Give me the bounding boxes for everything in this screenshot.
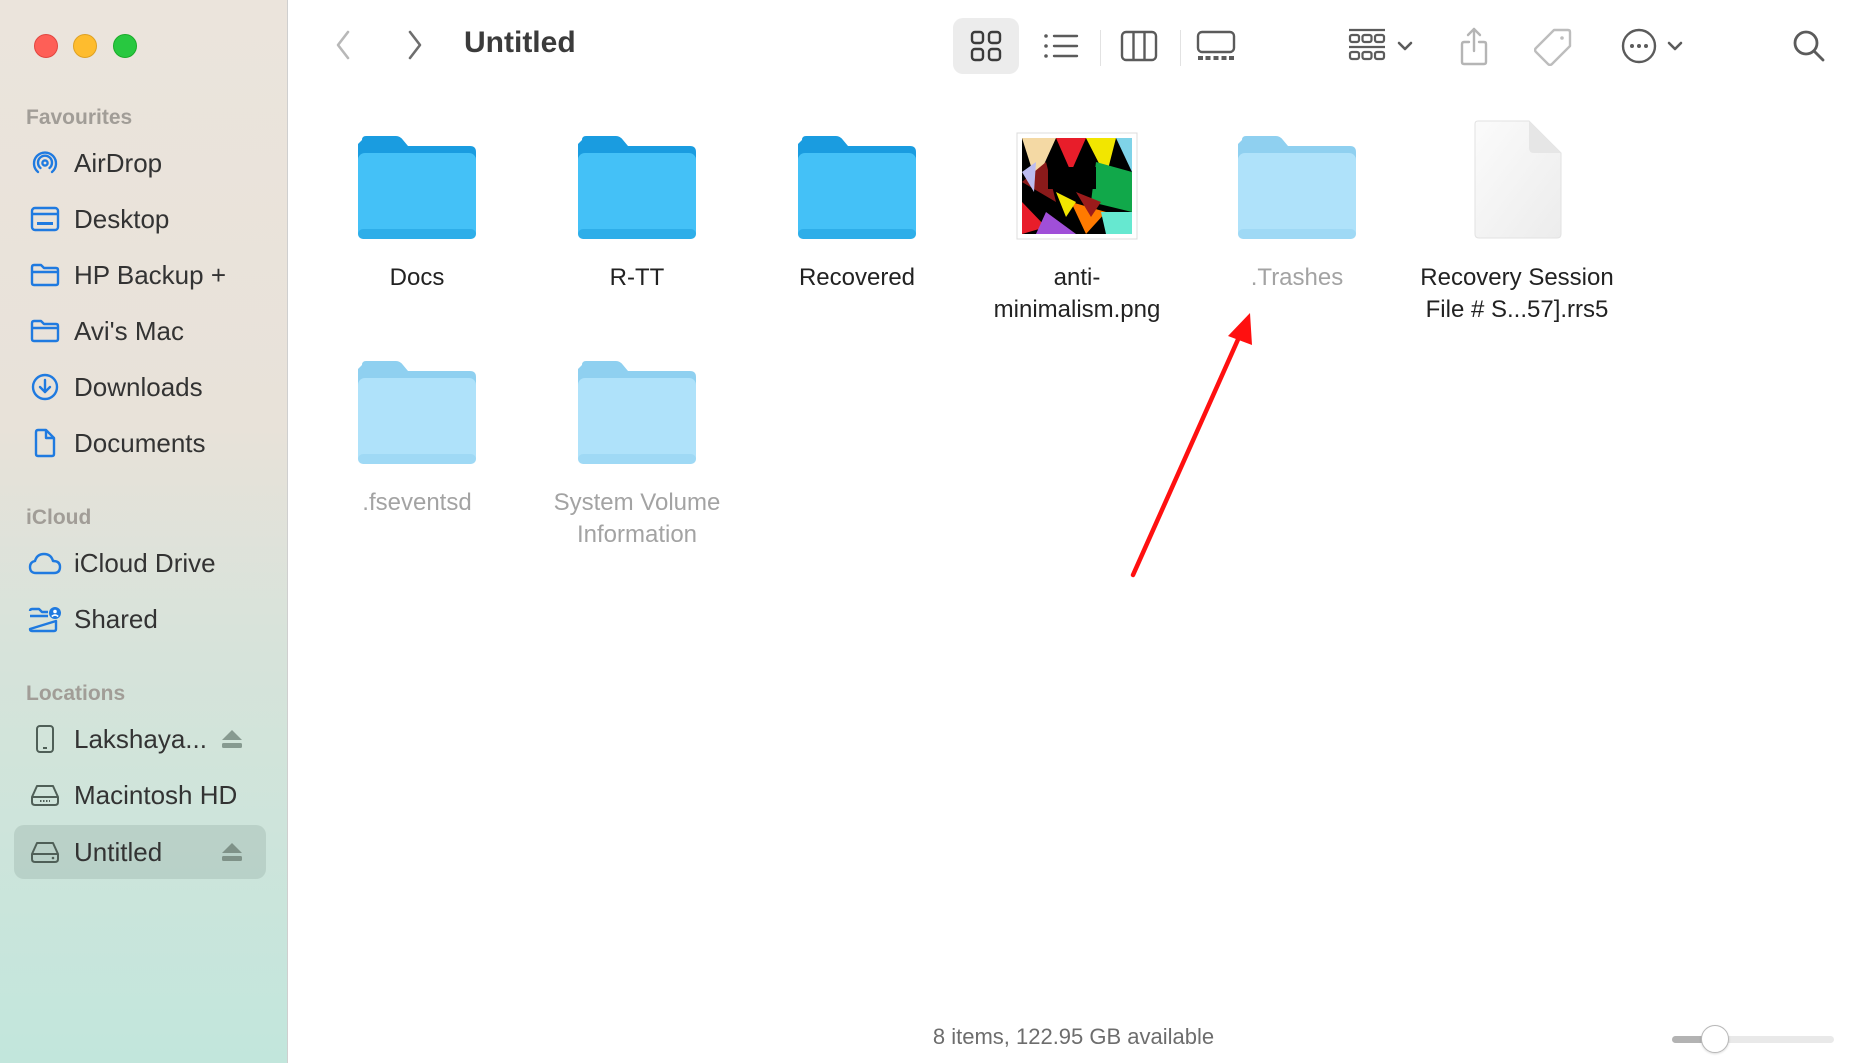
file-name: System Volume Information: [553, 489, 721, 548]
file-name: anti- minimalism.png: [993, 264, 1161, 323]
file-name: Docs: [389, 264, 445, 291]
sidebar-section-favourites: Favourites: [26, 106, 133, 129]
close-window-button[interactable]: [34, 34, 58, 58]
toolbar-divider: [1180, 30, 1181, 66]
file-item-fseventsd[interactable]: .fseventsd: [307, 335, 527, 519]
file-name: .Trashes: [1250, 264, 1344, 291]
folder-icon: [358, 136, 476, 239]
sidebar-item-label: Avi's Mac: [74, 315, 184, 346]
icon-grid-icon: [970, 30, 1002, 62]
columns-icon: [1120, 30, 1158, 62]
image-thumbnail: [1016, 132, 1138, 240]
minimize-window-button[interactable]: [73, 34, 97, 58]
internal-drive-icon: [28, 778, 62, 812]
icon-view-button[interactable]: [953, 18, 1019, 74]
file-item-recovered[interactable]: Recovered: [747, 110, 967, 294]
file-item-anti-minimalism-png[interactable]: anti- minimalism.png: [967, 110, 1187, 326]
gallery-icon: [1196, 30, 1236, 60]
sidebar-item-hp-backup[interactable]: HP Backup +: [14, 248, 266, 302]
list-icon: [1044, 34, 1079, 58]
sidebar-item-airdrop[interactable]: AirDrop: [14, 136, 266, 190]
downloads-icon: [28, 370, 62, 404]
desktop-icon: [28, 202, 62, 236]
sidebar-item-label: HP Backup +: [74, 259, 227, 290]
file-item-docs[interactable]: Docs: [307, 110, 527, 294]
group-by-button[interactable]: [1340, 18, 1420, 74]
folder-icon: [578, 136, 696, 239]
sidebar-item-label: Downloads: [74, 371, 203, 402]
sidebar-item-label: Untitled: [74, 836, 163, 867]
sidebar-item-documents[interactable]: Documents: [14, 416, 266, 470]
sidebar-item-label: AirDrop: [74, 147, 163, 178]
folder-icon: [798, 136, 916, 239]
shared-folder-icon: [28, 602, 62, 636]
forward-chevron-icon: [408, 30, 422, 60]
search-button[interactable]: [1786, 22, 1832, 70]
back-chevron-icon: [336, 30, 350, 60]
sidebar-item-label: iCloud Drive: [74, 547, 216, 578]
cloud-icon: [28, 546, 62, 580]
sidebar-item-desktop[interactable]: Desktop: [14, 192, 266, 246]
sidebar-item-lakshaya[interactable]: Lakshaya...: [14, 712, 266, 766]
file-name: .fseventsd: [362, 489, 472, 516]
more-actions-button[interactable]: [1612, 18, 1692, 74]
airdrop-icon: [28, 146, 62, 180]
chevron-down-icon: [1397, 41, 1413, 51]
share-icon: [1460, 27, 1488, 66]
forward-button[interactable]: [398, 26, 432, 64]
tag-icon: [1534, 28, 1572, 66]
file-name: Recovery Session File # S...57].rrs5: [1420, 264, 1614, 323]
folder-icon: [358, 361, 476, 464]
tags-button[interactable]: [1530, 18, 1578, 74]
window-title: Untitled: [464, 26, 576, 59]
sidebar-item-icloud-drive[interactable]: iCloud Drive: [14, 536, 266, 590]
list-view-button[interactable]: [1036, 18, 1086, 74]
gallery-view-button[interactable]: [1190, 18, 1242, 74]
sidebar-item-label: Desktop: [74, 203, 170, 234]
sidebar-item-label: Macintosh HD: [74, 779, 238, 810]
sidebar-item-macintosh-hd[interactable]: Macintosh HD: [14, 768, 266, 822]
folder-icon: [28, 258, 62, 292]
folder-icon: [578, 361, 696, 464]
folder-icon: [1238, 136, 1356, 239]
sidebar-item-label: Documents: [74, 427, 206, 458]
share-button[interactable]: [1452, 18, 1496, 74]
sidebar-item-label: Shared: [74, 603, 158, 634]
file-name: Recovered: [798, 264, 916, 291]
group-by-icon: [1348, 28, 1386, 61]
document-file-icon: [1474, 120, 1562, 239]
folder-icon: [28, 314, 62, 348]
document-icon: [28, 426, 62, 460]
sidebar-item-downloads[interactable]: Downloads: [14, 360, 266, 414]
column-view-button[interactable]: [1114, 18, 1164, 74]
sidebar-section-locations: Locations: [26, 682, 126, 705]
sidebar-item-shared[interactable]: Shared: [14, 592, 266, 646]
eject-icon[interactable]: [220, 728, 244, 750]
file-item-system-volume-information[interactable]: System Volume Information: [527, 335, 747, 551]
toolbar-divider: [1100, 30, 1101, 66]
status-bar-text: 8 items, 122.95 GB available: [932, 1024, 1215, 1049]
eject-icon[interactable]: [220, 841, 244, 863]
sidebar-item-label: Lakshaya...: [74, 723, 207, 754]
file-item-trashes[interactable]: .Trashes: [1187, 110, 1407, 294]
chevron-down-icon: [1667, 41, 1683, 51]
file-item-recovery-session[interactable]: Recovery Session File # S...57].rrs5: [1407, 110, 1627, 326]
search-icon: [1793, 30, 1825, 62]
file-item-r-tt[interactable]: R-TT: [527, 110, 747, 294]
icon-size-slider[interactable]: [1672, 1025, 1834, 1053]
iphone-icon: [28, 722, 62, 756]
back-button[interactable]: [326, 26, 360, 64]
sidebar-item-untitled[interactable]: Untitled: [14, 825, 266, 879]
sidebar: Favourites AirDrop Desktop HP Backup + A…: [0, 0, 288, 1063]
more-actions-icon: [1621, 28, 1657, 64]
file-name: R-TT: [609, 264, 665, 291]
sidebar-section-icloud: iCloud: [26, 506, 92, 529]
sidebar-item-avis-mac[interactable]: Avi's Mac: [14, 304, 266, 358]
zoom-window-button[interactable]: [113, 34, 137, 58]
external-drive-icon: [28, 835, 62, 869]
